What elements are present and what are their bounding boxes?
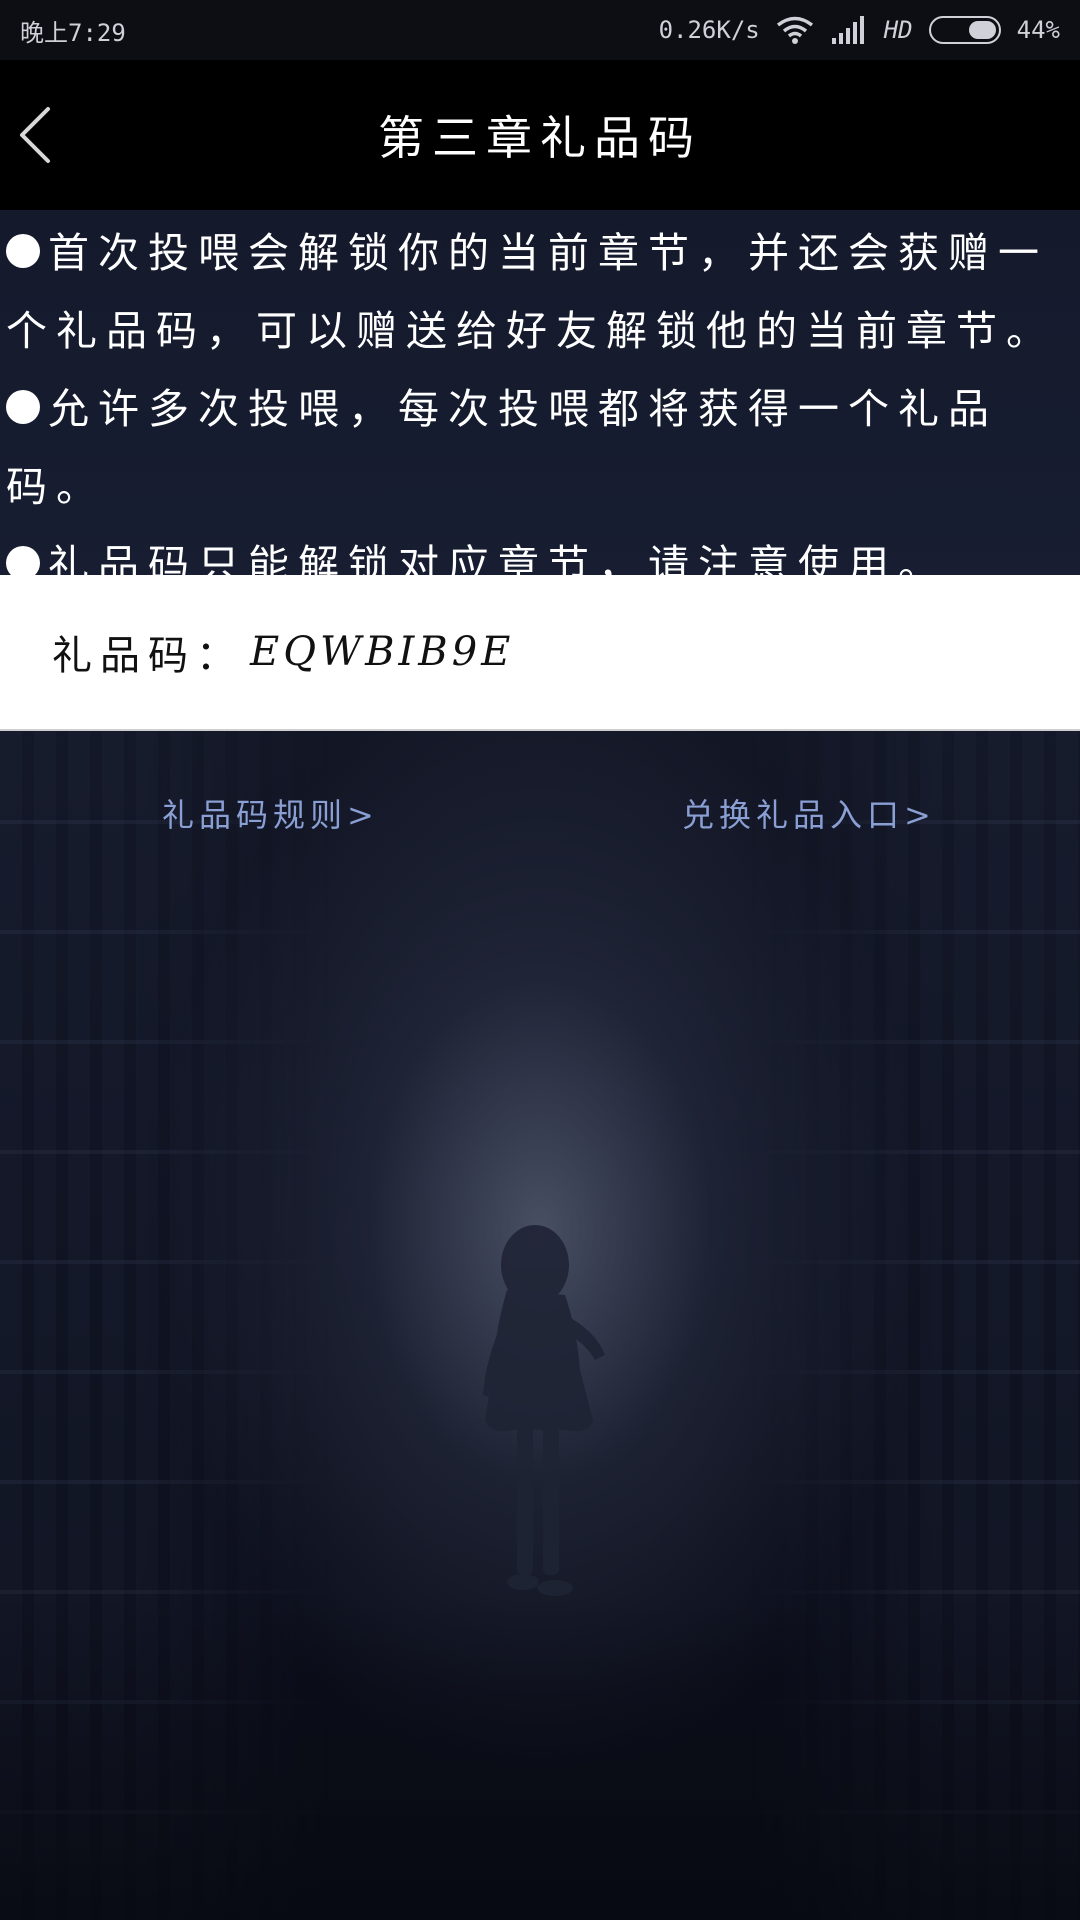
gift-code-card: 礼品码： EQWBIB9E [0,575,1080,731]
status-indicators: 0.26K/s HD 44% [659,16,1060,44]
gift-code-value[interactable]: EQWBIB9E [250,629,514,675]
network-speed: 0.26K/s [658,16,760,44]
links-row: 礼品码规则> 兑换礼品入口> [0,790,1080,850]
girl-silhouette [483,1225,605,1596]
bullet-icon [6,233,40,268]
rules-section: 首次投喂会解锁你的当前章节，并还会获赠一个礼品码，可以赠送给好友解锁他的当前章节… [0,210,1080,589]
battery-icon [928,16,1001,44]
battery-fill [968,21,996,39]
rule-item: 允许多次投喂，每次投喂都将获得一个礼品码。 [6,370,1074,526]
back-arrow-icon[interactable] [16,105,56,165]
status-time: 晚上7:29 [20,18,126,47]
status-bar: 晚上7:29 0.26K/s HD 44% [0,0,1080,60]
rule-text: 首次投喂会解锁你的当前章节，并还会获赠一个礼品码，可以赠送给好友解锁他的当前章节… [6,229,1056,355]
wifi-icon [776,16,813,44]
rule-text: 允许多次投喂，每次投喂都将获得一个礼品码。 [6,385,998,511]
floor-shadow [0,1600,1080,1920]
gift-code-rules-link[interactable]: 礼品码规则> [162,790,379,836]
rule-item: 首次投喂会解锁你的当前章节，并还会获赠一个礼品码，可以赠送给好友解锁他的当前章节… [6,214,1074,370]
bullet-icon [6,389,40,424]
title-bar: 第三章礼品码 [0,60,1080,210]
battery-percent: 44% [1016,16,1060,44]
gift-code-label: 礼品码： [52,633,244,679]
hd-indicator: HD [883,16,913,44]
redeem-gift-link[interactable]: 兑换礼品入口> [682,790,936,836]
signal-icon [831,16,864,44]
page-title: 第三章礼品码 [378,111,702,165]
